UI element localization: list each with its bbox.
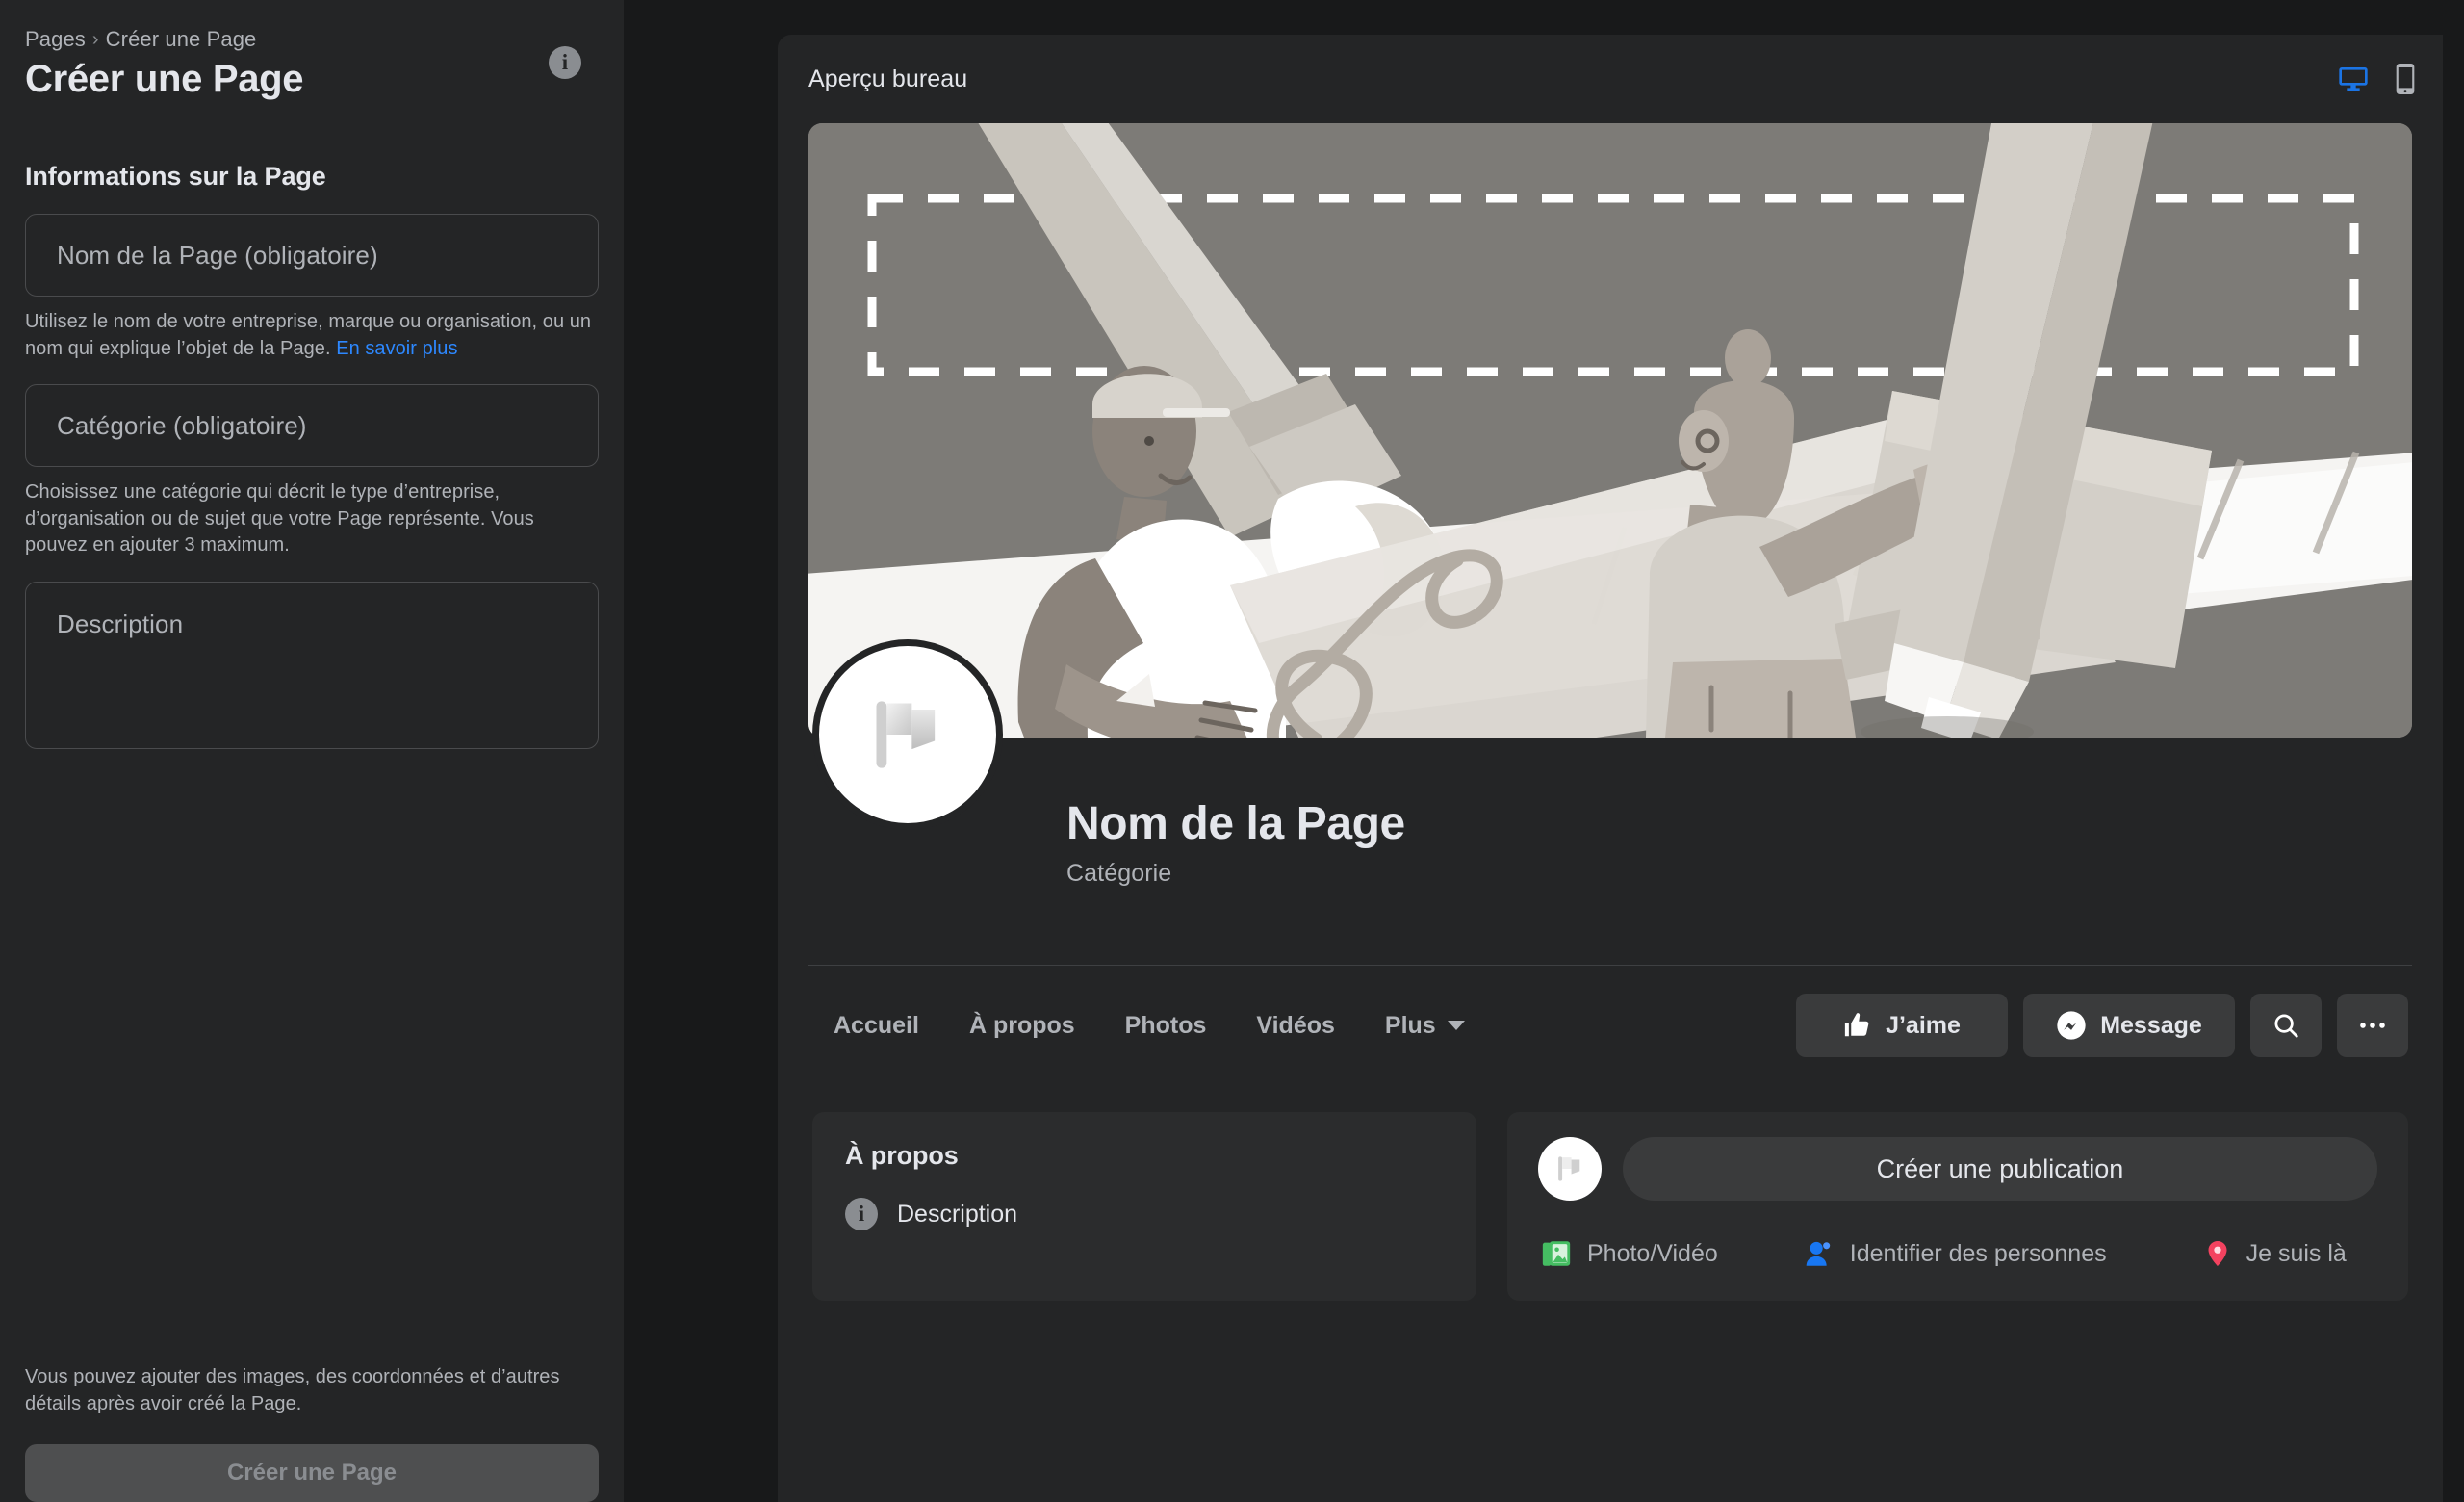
tab-accueil[interactable]: Accueil — [808, 998, 944, 1053]
flag-page-icon — [1558, 1156, 1580, 1181]
section-title-page-info: Informations sur la Page — [25, 162, 326, 191]
more-options-button[interactable] — [2337, 994, 2408, 1057]
create-page-sidebar: Pages › Créer une Page Créer une Page i … — [0, 0, 624, 1502]
info-circle-icon: i — [845, 1198, 878, 1230]
search-button[interactable] — [2250, 994, 2322, 1057]
photo-video-label: Photo/Vidéo — [1587, 1239, 1718, 1267]
message-button-label: Message — [2100, 1011, 2202, 1039]
tag-people-label: Identifier des personnes — [1849, 1239, 2107, 1267]
composer-top-row: Créer une publication — [1538, 1137, 2377, 1201]
check-in-label: Je suis là — [2246, 1239, 2347, 1267]
page-name-helper: Utilisez le nom de votre entreprise, mar… — [25, 309, 599, 362]
thumbs-up-icon — [1844, 1013, 1869, 1037]
preview-header-label: Aperçu bureau — [808, 65, 968, 92]
tab-plus[interactable]: Plus — [1360, 998, 1490, 1053]
breadcrumb-separator: › — [91, 28, 99, 50]
sidebar-footer-note: Vous pouvez ajouter des images, des coor… — [25, 1366, 560, 1414]
page-name-learn-more-link[interactable]: En savoir plus — [336, 336, 457, 363]
tab-photos[interactable]: Photos — [1100, 998, 1232, 1053]
breadcrumb-current: Créer une Page — [105, 27, 257, 51]
mobile-phone-icon[interactable] — [2395, 64, 2416, 94]
create-post-input-label: Créer une publication — [1876, 1153, 2124, 1183]
about-card-title: À propos — [845, 1141, 959, 1170]
search-icon — [2274, 1014, 2298, 1038]
tab-a-propos-label: À propos — [968, 1011, 1075, 1039]
page-name-helper-text: Utilisez le nom de votre entreprise, mar… — [25, 311, 592, 359]
photo-video-button[interactable]: Photo/Vidéo — [1538, 1230, 1732, 1278]
messenger-icon — [2057, 1011, 2086, 1040]
like-button-label: J’aime — [1886, 1011, 1961, 1039]
create-page-button[interactable]: Créer une Page — [25, 1444, 599, 1502]
message-button[interactable]: Message — [2023, 994, 2235, 1057]
info-icon[interactable]: i — [549, 46, 581, 79]
tab-a-propos[interactable]: À propos — [944, 998, 1100, 1053]
like-button[interactable]: J’aime — [1796, 994, 2008, 1057]
tag-people-button[interactable]: Identifier des personnes — [1789, 1230, 2120, 1278]
tab-plus-label: Plus — [1384, 1011, 1436, 1039]
page-name-placeholder: Nom de la Page (obligatoire) — [57, 240, 378, 270]
page-name-preview: Nom de la Page — [1066, 798, 1405, 849]
tab-videos[interactable]: Vidéos — [1231, 998, 1360, 1053]
cover-photo-illustration — [808, 123, 2412, 738]
category-helper: Choisissez une catégorie qui décrit le t… — [25, 481, 534, 557]
page-preview-panel: Aperçu bureau Nom de la Page Catégorie A… — [778, 35, 2443, 1502]
chevron-down-icon — [1447, 1021, 1465, 1030]
description-placeholder: Description — [57, 609, 184, 638]
profile-row: Nom de la Page Catégorie — [778, 639, 2443, 965]
page-title: Créer une Page — [25, 58, 304, 100]
preview-header: Aperçu bureau — [778, 35, 2443, 123]
create-page-screen: Pages › Créer une Page Créer une Page i … — [0, 0, 2464, 1502]
device-toggle — [2337, 64, 2416, 94]
category-input[interactable]: Catégorie (obligatoire) — [25, 384, 599, 468]
about-description-row[interactable]: i Description — [845, 1198, 1444, 1230]
description-input[interactable]: Description — [25, 581, 599, 749]
page-tabs: Accueil À propos Photos Vidéos Plus — [808, 998, 1490, 1053]
avatar[interactable] — [812, 639, 1003, 830]
about-card: À propos i Description — [812, 1112, 1476, 1301]
tab-accueil-label: Accueil — [834, 1011, 919, 1039]
create-post-input[interactable]: Créer une publication — [1623, 1137, 2377, 1201]
tab-videos-label: Vidéos — [1256, 1011, 1335, 1039]
location-pin-icon — [2208, 1241, 2227, 1266]
about-description-label: Description — [897, 1200, 1018, 1228]
post-composer-card: Créer une publication Photo/Vidéo Identi… — [1507, 1112, 2408, 1301]
breadcrumb-root-link[interactable]: Pages — [25, 27, 86, 52]
composer-avatar[interactable] — [1538, 1137, 1602, 1201]
page-category-preview: Catégorie — [1066, 860, 1172, 887]
page-nav-bar: Accueil À propos Photos Vidéos Plus J’ai… — [778, 966, 2443, 1085]
tab-photos-label: Photos — [1124, 1011, 1207, 1039]
sidebar-footer: Vous pouvez ajouter des images, des coor… — [25, 1363, 599, 1502]
page-name-input[interactable]: Nom de la Page (obligatoire) — [25, 214, 599, 297]
profile-text: Nom de la Page Catégorie — [1066, 797, 1405, 888]
category-placeholder: Catégorie (obligatoire) — [57, 410, 307, 440]
breadcrumb: Pages › Créer une Page — [25, 27, 599, 52]
photo-video-icon — [1542, 1241, 1571, 1266]
ellipsis-icon — [2360, 1023, 2385, 1028]
check-in-button[interactable]: Je suis là — [2190, 1230, 2360, 1278]
page-content-cards: À propos i Description Créer une publica… — [778, 1085, 2443, 1502]
tag-people-icon — [1806, 1241, 1830, 1266]
flag-page-icon — [876, 701, 936, 768]
composer-action-row: Photo/Vidéo Identifier des personnes Je … — [1538, 1230, 2377, 1278]
desktop-monitor-icon[interactable] — [2337, 64, 2370, 94]
panel-gap — [624, 0, 778, 1502]
page-action-buttons: J’aime Message — [1796, 994, 2408, 1057]
